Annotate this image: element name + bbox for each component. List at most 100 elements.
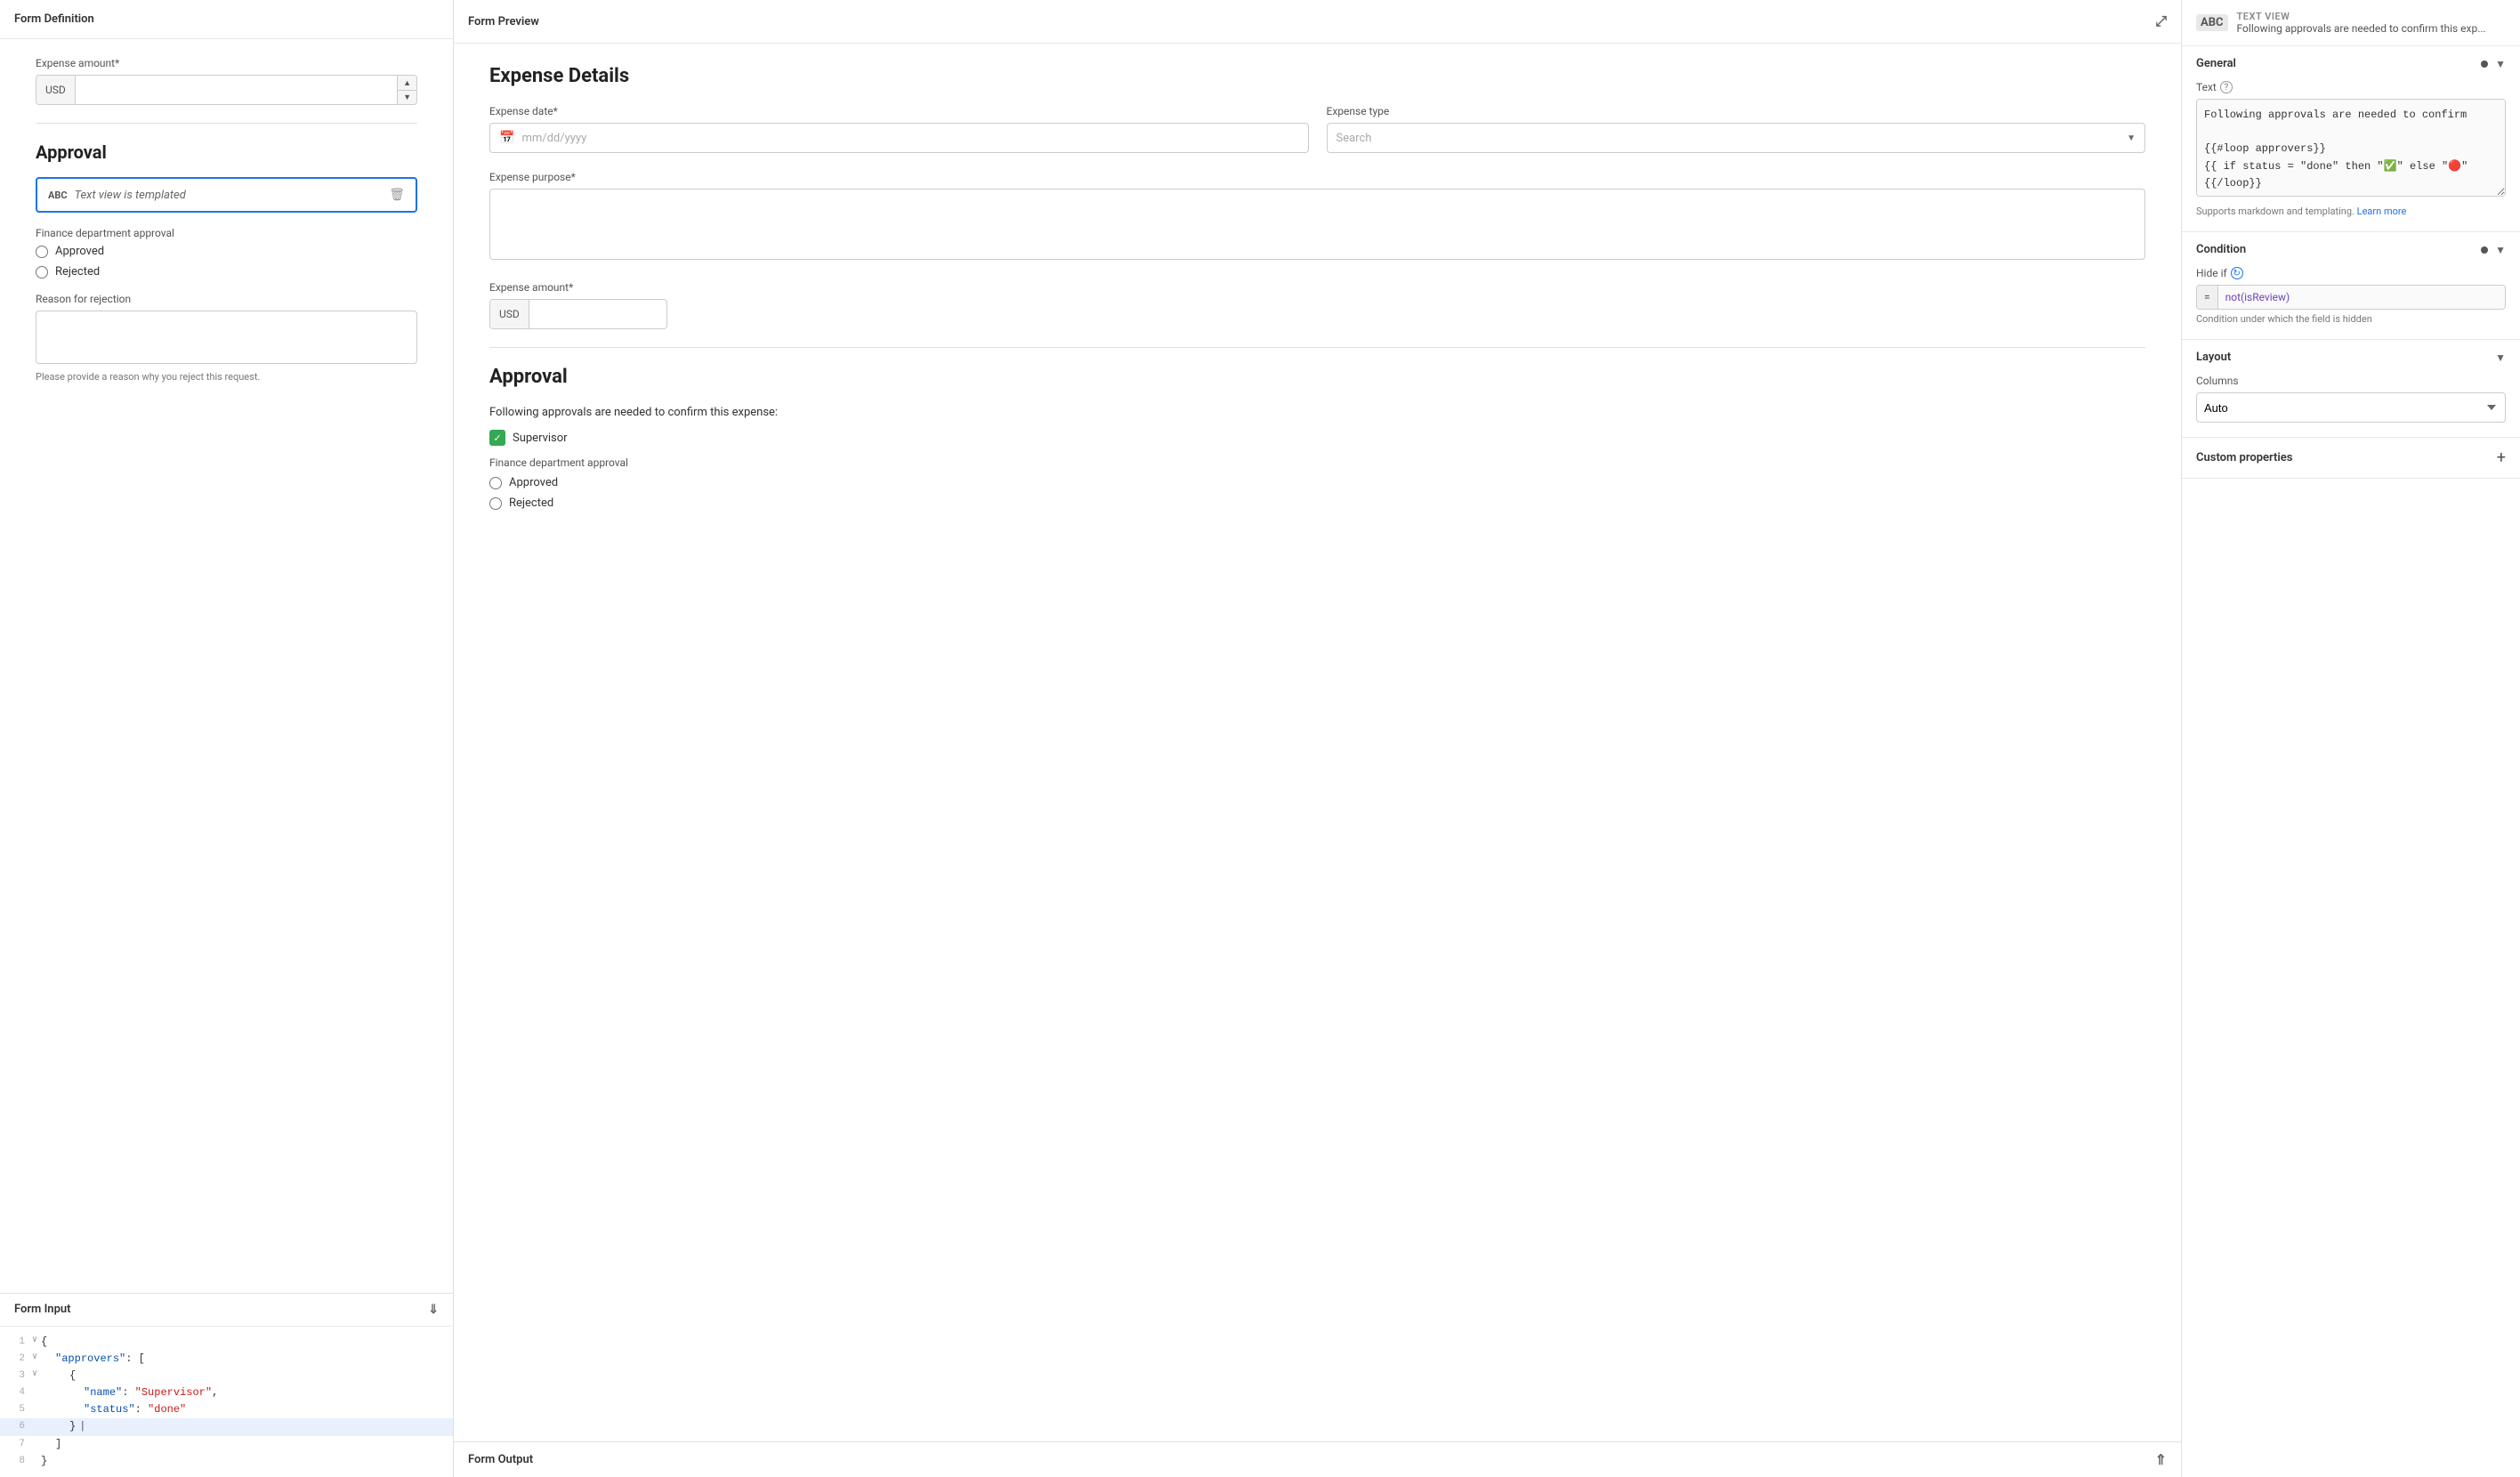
learn-more-link[interactable]: Learn more bbox=[2357, 206, 2407, 217]
expense-amount-input[interactable] bbox=[76, 84, 397, 97]
right-panel: ABC TEXT VIEW Following approvals are ne… bbox=[2182, 0, 2520, 1477]
refresh-icon[interactable]: ↻ bbox=[2231, 267, 2243, 279]
spinner-buttons: ▲ ▼ bbox=[397, 76, 416, 104]
general-controls: ▼ bbox=[2481, 58, 2506, 70]
condition-input[interactable]: = not(isReview) bbox=[2196, 285, 2506, 310]
spinner-up[interactable]: ▲ bbox=[398, 76, 416, 91]
approver-name: Supervisor bbox=[513, 432, 568, 445]
expand-icon[interactable]: ⤢ bbox=[2155, 12, 2167, 30]
amount-label-preview: Expense amount* bbox=[489, 281, 2145, 294]
general-section: General ▼ Text ? Following approvals are… bbox=[2182, 46, 2520, 232]
spinner-down[interactable]: ▼ bbox=[398, 91, 416, 105]
radio-rejected[interactable]: Rejected bbox=[36, 265, 417, 278]
general-chevron: ▼ bbox=[2495, 58, 2506, 70]
rejection-textarea[interactable] bbox=[36, 311, 417, 364]
condition-section-header[interactable]: Condition ▼ bbox=[2182, 232, 2520, 267]
date-label: Expense date* bbox=[489, 105, 1309, 117]
text-view-type: TEXT VIEW bbox=[2237, 11, 2486, 22]
form-definition-panel: Form Definition Expense amount* USD ▲ ▼ … bbox=[0, 0, 454, 1477]
form-input-collapse[interactable]: ⇓ bbox=[428, 1303, 439, 1317]
code-editor[interactable]: 1 ∨ { 2 ∨ "approvers": [ 3 ∨ { 4 ∨ "name… bbox=[0, 1327, 453, 1477]
date-type-row: Expense date* 📅 mm/dd/yyyy Expense type … bbox=[489, 105, 2145, 153]
code-line-6: 6 ∨ } | bbox=[0, 1418, 453, 1435]
date-group: Expense date* 📅 mm/dd/yyyy bbox=[489, 105, 1309, 153]
form-definition-body: Expense amount* USD ▲ ▼ Approval ABC Tex… bbox=[0, 39, 453, 1293]
type-placeholder: Search bbox=[1337, 132, 1372, 145]
hide-if-text: Hide if bbox=[2196, 267, 2227, 279]
text-label-text: Text bbox=[2196, 81, 2217, 93]
form-definition-header: Form Definition bbox=[0, 0, 453, 39]
general-title: General bbox=[2196, 57, 2236, 70]
radio-group-approval: Approved Rejected bbox=[36, 245, 417, 278]
expense-amount-label: Expense amount* bbox=[36, 57, 417, 69]
general-dot bbox=[2481, 61, 2488, 68]
columns-select[interactable]: Auto 1 2 3 4 bbox=[2196, 392, 2506, 423]
condition-controls: ▼ bbox=[2481, 244, 2506, 256]
radio-rejected-preview[interactable]: Rejected bbox=[489, 496, 2145, 510]
radio-approved-label-preview: Approved bbox=[509, 476, 558, 489]
form-input-panel: Form Input ⇓ 1 ∨ { 2 ∨ "approvers": [ 3 … bbox=[0, 1293, 453, 1477]
radio-group-preview: Approved Rejected bbox=[489, 476, 2145, 510]
hide-if-label: Hide if ↻ bbox=[2196, 267, 2506, 279]
expense-details-title: Expense Details bbox=[489, 65, 2145, 87]
radio-approved-input-preview[interactable] bbox=[489, 477, 502, 489]
code-line-3: 3 ∨ { bbox=[0, 1368, 453, 1384]
condition-value: not(isReview) bbox=[2218, 286, 2505, 309]
date-input[interactable]: 📅 mm/dd/yyyy bbox=[489, 123, 1309, 153]
general-section-header[interactable]: General ▼ bbox=[2182, 46, 2520, 81]
form-output-collapse[interactable]: ⇑ bbox=[2155, 1451, 2167, 1468]
condition-body: Hide if ↻ = not(isReview) Condition unde… bbox=[2182, 267, 2520, 339]
general-body: Text ? Following approvals are needed to… bbox=[2182, 81, 2520, 231]
purpose-textarea[interactable] bbox=[489, 189, 2145, 260]
condition-dot bbox=[2481, 246, 2488, 254]
code-line-2: 2 ∨ "approvers": [ bbox=[0, 1351, 453, 1368]
finance-dept-label: Finance department approval bbox=[36, 227, 417, 239]
type-label: Expense type bbox=[1327, 105, 2146, 117]
radio-approved[interactable]: Approved bbox=[36, 245, 417, 258]
text-help-icon: ? bbox=[2220, 81, 2233, 93]
approval-note: Following approvals are needed to confir… bbox=[489, 406, 2145, 419]
abc-badge: ABC bbox=[48, 190, 68, 201]
text-code-textarea[interactable]: Following approvals are needed to confir… bbox=[2196, 99, 2506, 197]
radio-rejected-label-preview: Rejected bbox=[509, 496, 553, 510]
columns-label: Columns bbox=[2196, 375, 2506, 387]
calendar-icon: 📅 bbox=[499, 131, 514, 145]
code-line-5: 5 ∨ "status": "done" bbox=[0, 1401, 453, 1418]
supports-text: Supports markdown and templating. Learn … bbox=[2196, 206, 2506, 217]
text-view-block[interactable]: ABC Text view is templated 🗑 bbox=[36, 177, 417, 213]
type-select[interactable]: Search ▼ bbox=[1327, 123, 2146, 153]
purpose-group: Expense purpose* bbox=[489, 171, 2145, 263]
radio-rejected-label: Rejected bbox=[55, 265, 100, 278]
add-custom-prop-icon[interactable]: + bbox=[2497, 448, 2506, 467]
code-line-7: 7 ∨ ] bbox=[0, 1436, 453, 1453]
form-output-title: Form Output bbox=[468, 1453, 533, 1466]
rejection-label: Reason for rejection bbox=[36, 293, 417, 305]
layout-section: Layout ▼ Columns Auto 1 2 3 4 bbox=[2182, 340, 2520, 438]
form-input-title: Form Input bbox=[14, 1303, 71, 1316]
amount-field-preview[interactable] bbox=[529, 308, 667, 321]
approval-title: Approval bbox=[36, 141, 417, 163]
purpose-label: Expense purpose* bbox=[489, 171, 2145, 183]
check-icon: ✓ bbox=[489, 430, 505, 446]
preview-divider bbox=[489, 347, 2145, 348]
radio-approved-label: Approved bbox=[55, 245, 104, 258]
code-line-4: 4 ∨ "name": "Supervisor", bbox=[0, 1384, 453, 1401]
radio-rejected-input[interactable] bbox=[36, 266, 48, 278]
approval-section: Approval ABC Text view is templated 🗑 Fi… bbox=[36, 141, 417, 383]
amount-group-preview: Expense amount* USD ▲ ▼ bbox=[489, 281, 2145, 329]
form-preview-panel: Form Preview ⤢ Expense Details Expense d… bbox=[454, 0, 2182, 1477]
layout-section-header[interactable]: Layout ▼ bbox=[2182, 340, 2520, 375]
condition-eq: = bbox=[2197, 286, 2218, 309]
currency-prefix: USD bbox=[36, 76, 76, 104]
text-view-label: Text view is templated bbox=[75, 189, 186, 202]
type-chevron: ▼ bbox=[2127, 133, 2136, 143]
delete-icon[interactable]: 🗑 bbox=[389, 188, 405, 202]
condition-section: Condition ▼ Hide if ↻ = not(isReview) Co… bbox=[2182, 232, 2520, 340]
radio-rejected-input-preview[interactable] bbox=[489, 497, 502, 510]
radio-approved-preview[interactable]: Approved bbox=[489, 476, 2145, 489]
custom-props-header: Custom properties + bbox=[2182, 438, 2520, 478]
radio-approved-input[interactable] bbox=[36, 246, 48, 258]
expense-amount-input-row: USD ▲ ▼ bbox=[36, 75, 417, 105]
custom-props-title: Custom properties bbox=[2196, 451, 2292, 464]
right-panel-header: ABC TEXT VIEW Following approvals are ne… bbox=[2182, 0, 2520, 46]
